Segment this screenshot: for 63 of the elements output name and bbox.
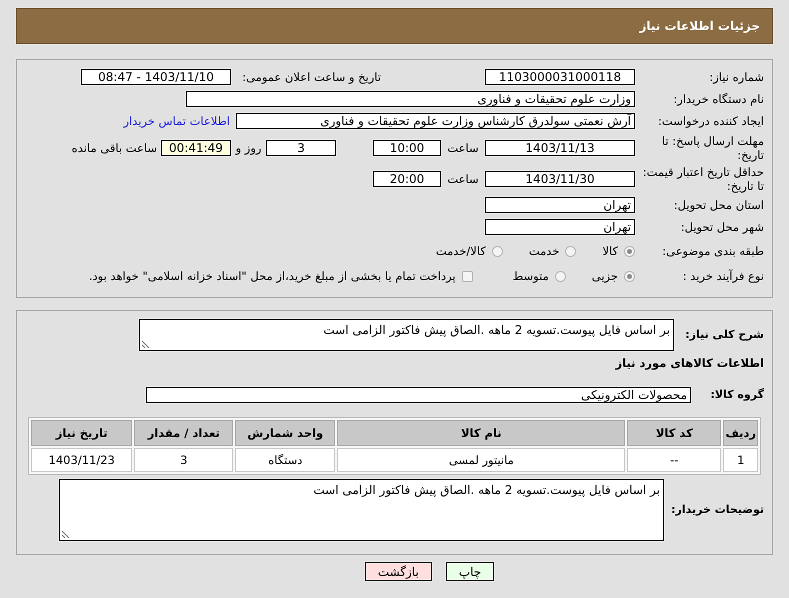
radio-button[interactable] <box>565 246 576 256</box>
column-header: تاریخ نیاز <box>31 420 132 446</box>
field-label: گروه کالا: <box>709 388 765 402</box>
page-title: جزئیات اطلاعات نیاز <box>639 19 760 33</box>
print-button[interactable]: چاپ <box>446 562 494 581</box>
section-heading: اطلاعات کالاهای مورد نیاز <box>616 356 765 370</box>
date-field: 1403/11/13 <box>485 140 635 156</box>
back-button[interactable]: بازگشت <box>364 562 432 581</box>
time-field: 10:00 <box>373 140 441 156</box>
radio-button[interactable] <box>492 246 503 256</box>
field-label: نام دستگاه خریدار: <box>672 92 765 106</box>
table-cell: 3 <box>134 448 234 472</box>
city-field: تهران <box>485 219 635 235</box>
radio-button[interactable] <box>624 270 635 282</box>
radio-label: کالا/خدمت <box>436 244 486 258</box>
goods-group-field: محصولات الکترونیکی <box>146 387 691 403</box>
table-cell: مانیتور لمسی <box>337 448 626 472</box>
table-cell: 1 <box>723 448 758 472</box>
field-label: ایجاد کننده درخواست: <box>657 114 765 128</box>
column-header: ردیف <box>723 420 758 446</box>
time-field: 20:00 <box>373 171 441 187</box>
field-label: حداقل تاریخ اعتبار قیمت: تا تاریخ: <box>642 164 765 194</box>
time-label: ساعت <box>446 172 480 186</box>
column-header: نام کالا <box>337 420 626 446</box>
radio-label: خدمت <box>528 244 560 258</box>
days-field: 3 <box>266 140 336 156</box>
date-field: 1403/11/30 <box>485 171 635 187</box>
field-label: شهر محل تحویل: <box>680 220 765 234</box>
radio-button[interactable] <box>554 270 566 282</box>
description-text-area[interactable]: بر اساس فایل پیوست.تسویه 2 ماهه .الصاق پیش فاکتور الزامی است <box>139 319 674 351</box>
table-cell: دستگاه <box>235 448 336 472</box>
remaining-time-field: 00:41:49 <box>161 140 231 156</box>
column-header: تعداد / مقدار <box>134 420 234 446</box>
announce-date-field: 1403/11/10 - 08:47 <box>81 69 231 85</box>
field-label: توضیحات خریدار: <box>670 503 765 517</box>
resize-grip-icon[interactable] <box>62 530 70 538</box>
buyer-notes-text-area[interactable]: بر اساس فایل پیوست.تسویه 2 ماهه .الصاق پیش فاکتور الزامی است <box>59 479 664 541</box>
field-label: استان محل تحویل: <box>672 198 765 212</box>
table-cell: 1403/11/23 <box>31 448 132 472</box>
field-label: شرح کلی نیاز: <box>684 328 765 342</box>
field-label: طبقه بندی موضوعی: <box>661 244 765 258</box>
column-header: واحد شمارش <box>235 420 336 446</box>
radio-label: جزیی <box>592 269 618 283</box>
checkbox[interactable] <box>462 270 473 282</box>
province-field: تهران <box>485 197 635 213</box>
days-label: روز و <box>234 141 262 155</box>
radio-button[interactable] <box>624 246 635 256</box>
resize-grip-icon[interactable] <box>142 340 150 348</box>
buyer-org-field: وزارت علوم تحقیقات و فناوری <box>186 91 635 107</box>
need-number-field: 1103000031000118 <box>485 69 635 85</box>
radio-label: متوسط <box>512 269 549 283</box>
field-label: مهلت ارسال پاسخ: تا تاریخ: <box>660 134 765 162</box>
field-label: نوع فرآیند خرید : <box>682 268 765 284</box>
column-header: کد کالا <box>627 420 722 446</box>
field-label: شماره نیاز: <box>708 70 765 84</box>
contact-link[interactable]: اطلاعات تماس خریدار <box>123 114 230 128</box>
radio-label: کالا <box>602 244 618 258</box>
remaining-label: ساعت باقی مانده <box>72 141 157 155</box>
creator-field: آرش نعمتی سولدرق کارشناس وزارت علوم تحقیقات و فناوری <box>236 113 635 129</box>
time-label: ساعت <box>446 141 480 155</box>
table-cell: -- <box>627 448 722 472</box>
checkbox-label: پرداخت تمام یا بخشی از مبلغ خرید،از محل "اسناد خزانه اسلامی" خواهد بود. <box>88 269 456 283</box>
field-label: تاریخ و ساعت اعلان عمومی: <box>241 70 381 84</box>
